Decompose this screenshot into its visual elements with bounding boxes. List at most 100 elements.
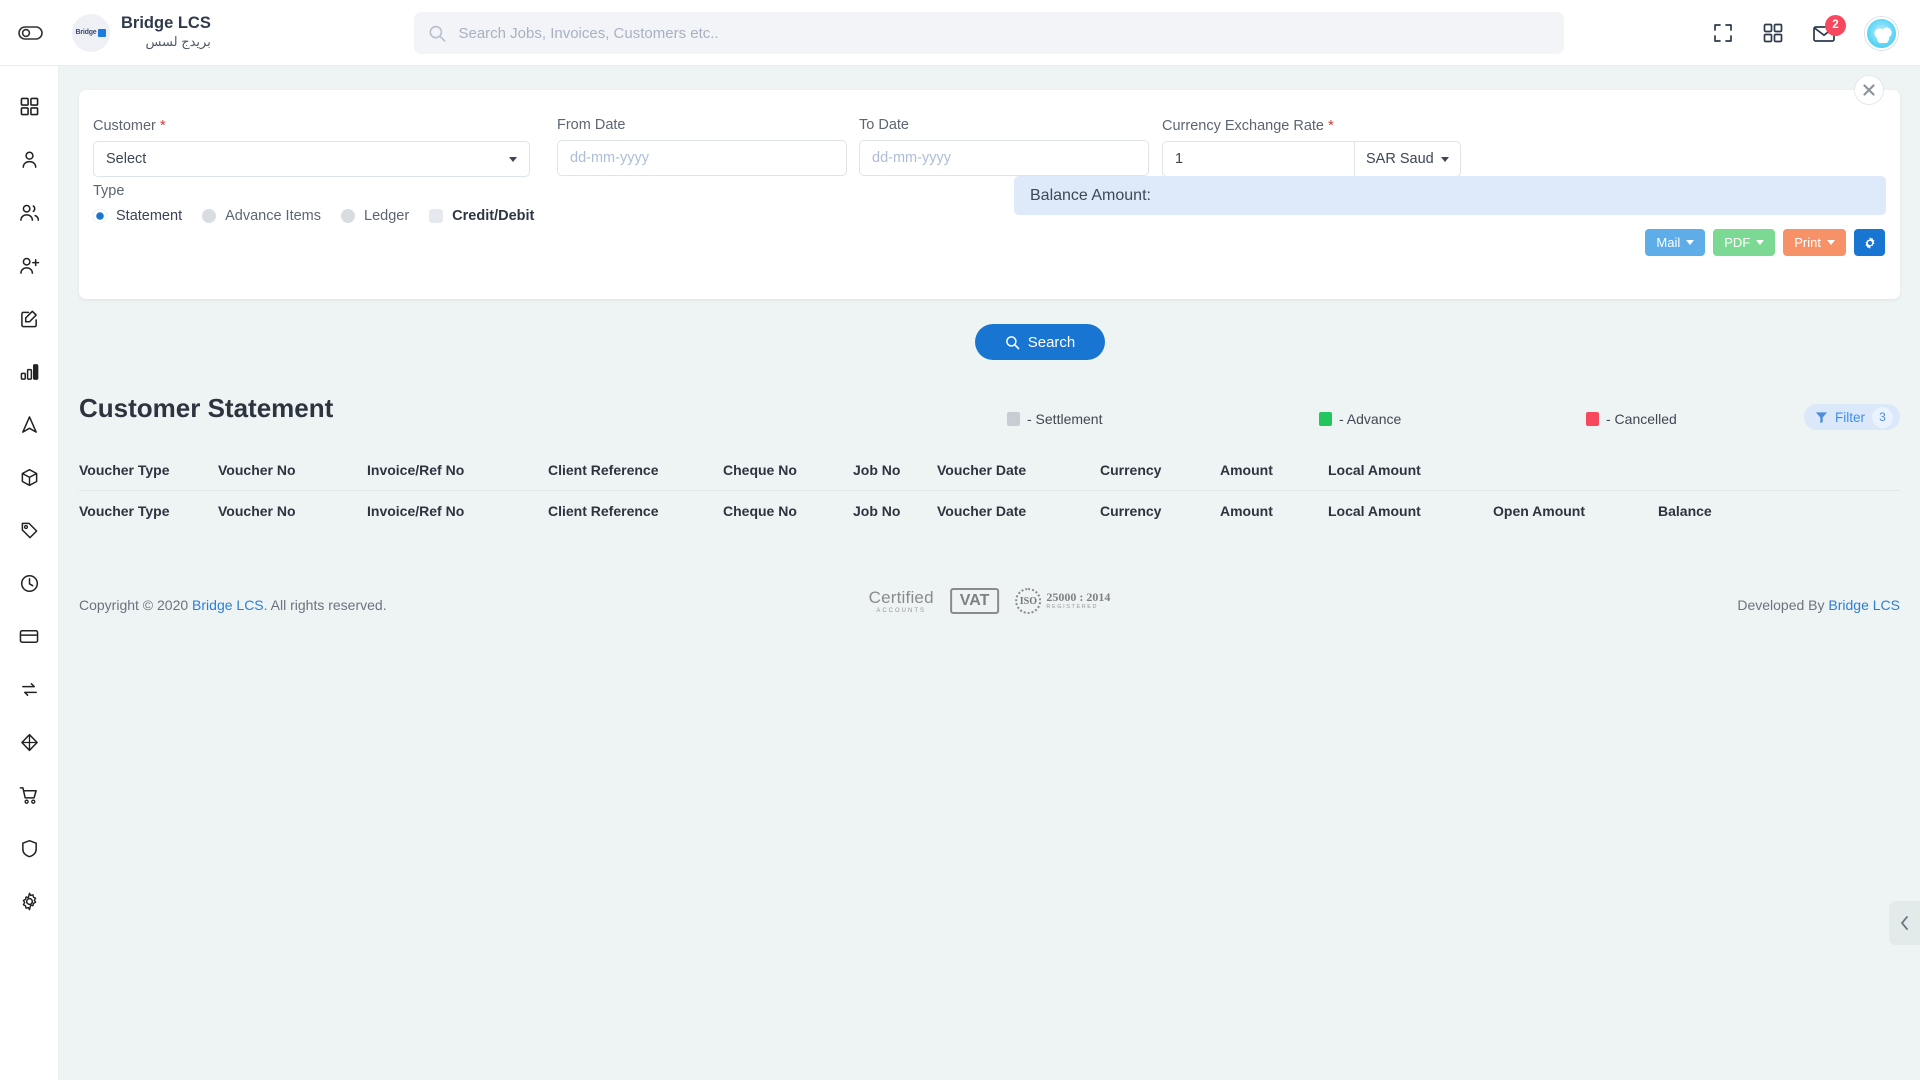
th2-job-no: Job No: [853, 503, 901, 519]
gear-icon: [22, 892, 36, 911]
apps-button[interactable]: [1763, 23, 1783, 43]
pdf-button-label: PDF: [1724, 235, 1751, 250]
type-label-credit-debit[interactable]: Credit/Debit: [452, 208, 534, 224]
sidebar-item-packages[interactable]: [0, 451, 58, 504]
currency-rate-label: Currency Exchange Rate *: [1162, 117, 1454, 134]
pdf-button[interactable]: PDF: [1713, 229, 1776, 256]
legend-label-settlement: - Settlement: [1027, 411, 1103, 427]
brand[interactable]: Bridge Bridge LCS بريدج لسس: [72, 13, 211, 52]
chevron-down-icon: [509, 156, 517, 162]
customer-label-text: Customer: [93, 118, 156, 134]
mail-button[interactable]: 2: [1813, 14, 1846, 43]
search-input[interactable]: [458, 24, 1550, 42]
th-client-reference: Client Reference: [548, 450, 723, 491]
from-date-input[interactable]: [557, 140, 847, 176]
filter-button[interactable]: Filter 3: [1804, 404, 1900, 430]
type-radio-ledger[interactable]: [341, 209, 356, 223]
sidebar-item-tracking[interactable]: [0, 398, 58, 451]
sidebar-item-user[interactable]: [0, 133, 58, 186]
print-button[interactable]: Print: [1783, 229, 1846, 256]
sidebar-item-reports[interactable]: [0, 345, 58, 398]
iso-sub-text: REGISTERED: [1046, 604, 1099, 611]
sidebar: [0, 66, 59, 1080]
from-date-field: From Date: [557, 117, 847, 176]
currency-rate-field: Currency Exchange Rate * SAR Saud: [1162, 117, 1461, 177]
shopping-cart-icon: [19, 787, 37, 804]
settings-button[interactable]: [1854, 229, 1885, 256]
type-radio-statement[interactable]: [93, 209, 107, 223]
legend-color-advance: [1319, 412, 1332, 426]
customer-select-value: Select: [106, 151, 147, 167]
sidebar-item-history[interactable]: [0, 557, 58, 610]
legend-cancelled: - Cancelled: [1586, 411, 1677, 427]
to-date-input[interactable]: [859, 140, 1149, 176]
copyright-suffix: . All rights reserved.: [263, 597, 387, 613]
sidebar-item-payments[interactable]: [0, 610, 58, 663]
mail-button[interactable]: Mail: [1645, 229, 1706, 256]
type-label-advance-items[interactable]: Advance Items: [225, 208, 321, 224]
th-cheque-no: Cheque No: [723, 450, 853, 491]
th-spacer-2: [1658, 450, 1900, 491]
customer-select[interactable]: Select: [93, 141, 530, 177]
sidebar-item-security[interactable]: [0, 822, 58, 875]
sidebar-item-transactions[interactable]: [0, 663, 58, 716]
th-voucher-no: Voucher No: [218, 450, 367, 491]
iso-badge: ISO 25000 : 2014 REGISTERED: [1015, 588, 1110, 614]
sidebar-item-add-user[interactable]: [0, 239, 58, 292]
legend-color-cancelled: [1586, 412, 1599, 426]
type-label-ledger[interactable]: Ledger: [364, 208, 409, 224]
search-icon: [1005, 335, 1020, 349]
footer: Copyright © 2020 Bridge LCS. All rights …: [79, 578, 1900, 638]
sidebar-toggle-button[interactable]: [0, 25, 62, 41]
th2-local-amount: Local Amount: [1328, 503, 1421, 519]
th2-open-amount: Open Amount: [1493, 503, 1586, 519]
sidebar-item-dashboard[interactable]: [0, 80, 58, 133]
search-icon: [429, 25, 446, 42]
search-button[interactable]: Search: [975, 324, 1105, 360]
th-invoice-ref-no: Invoice/Ref No: [367, 450, 548, 491]
sidebar-item-customers[interactable]: [0, 186, 58, 239]
developed-link[interactable]: Bridge LCS: [1828, 597, 1900, 613]
statement-table: Voucher Type Voucher No Invoice/Ref No C…: [79, 450, 1900, 531]
currency-rate-input[interactable]: [1162, 141, 1355, 177]
legend-color-settlement: [1007, 412, 1020, 426]
app-header: Bridge Bridge LCS بريدج لسس Search Jobs,…: [0, 0, 1920, 66]
navigation-icon: [21, 416, 37, 433]
type-label-statement[interactable]: Statement: [116, 208, 182, 224]
th-voucher-date: Voucher Date: [937, 450, 1100, 491]
balance-amount-label: Balance Amount:: [1030, 186, 1151, 204]
toggle-sidebar-icon: [18, 25, 43, 40]
main-content: Customer * Select From Date To Date Curr…: [59, 66, 1920, 1080]
users-icon: [19, 204, 39, 221]
avatar[interactable]: [1865, 16, 1898, 50]
clock-icon: [20, 574, 38, 593]
currency-select[interactable]: SAR Saud: [1355, 141, 1461, 177]
th-amount: Amount: [1220, 450, 1328, 491]
sidebar-item-pricing[interactable]: [0, 504, 58, 557]
type-checkbox-credit-debit[interactable]: [429, 209, 444, 223]
chevron-down-icon: [1686, 240, 1695, 245]
developed-prefix: Developed By: [1737, 597, 1829, 613]
developed-by: Developed By Bridge LCS: [1737, 597, 1900, 613]
global-search[interactable]: [414, 12, 1564, 54]
customer-field: Customer * Select: [93, 117, 530, 177]
sidebar-item-inventory[interactable]: [0, 716, 58, 769]
th2-voucher-date: Voucher Date: [937, 503, 1027, 519]
from-date-label: From Date: [557, 117, 626, 133]
fullscreen-icon: [1714, 24, 1732, 42]
sidebar-item-purchase[interactable]: [0, 769, 58, 822]
type-filter: Type Statement Advance Items Ledger Cred…: [93, 183, 545, 224]
type-radio-advance-items[interactable]: [202, 209, 217, 223]
th2-balance: Balance: [1658, 503, 1712, 519]
certified-main-text: Certified: [868, 587, 934, 607]
filter-card: Customer * Select From Date To Date Curr…: [79, 90, 1900, 299]
collapse-panel-tab[interactable]: [1889, 901, 1920, 945]
fullscreen-button[interactable]: [1713, 23, 1733, 43]
copyright-link[interactable]: Bridge LCS: [192, 597, 264, 613]
dashboard-grid-icon: [20, 97, 38, 116]
funnel-icon: [1815, 411, 1828, 423]
th-voucher-type: Voucher Type: [79, 450, 218, 491]
sidebar-item-jobs[interactable]: [0, 292, 58, 345]
close-panel-button[interactable]: [1854, 75, 1884, 105]
sidebar-item-settings[interactable]: [0, 875, 58, 928]
